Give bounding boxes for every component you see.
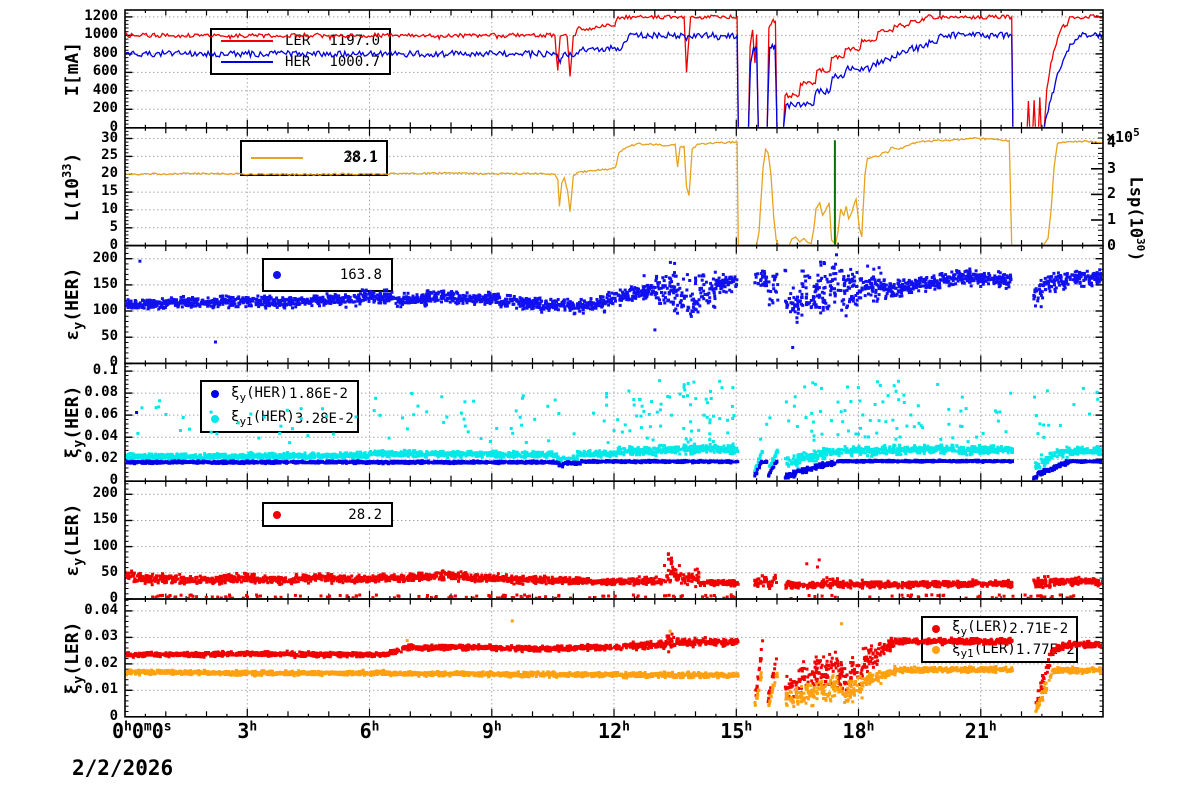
accelerator-status-figure: LER 1197.0 HER 1000.7 38.1 28.1 163.8 ξy… (0, 0, 1200, 798)
her-line-swatch (221, 61, 273, 64)
legend-row-xi1-her: ξy1(HER) 3.28E-2 (202, 409, 357, 428)
xi-her-label: ξy(HER) (231, 384, 289, 404)
x-tick-label: 18h (842, 719, 875, 743)
luminosity-value-overlap: 38.1 (344, 149, 378, 165)
xi1-her-marker (211, 414, 219, 423)
x-tick-label: 6h (359, 719, 380, 743)
xi1-ler-marker (932, 646, 940, 655)
legend-xi-ler: ξy(LER) 2.71E-2 ξy1(LER) 1.77E-2 (921, 616, 1078, 663)
xi1-ler-label: ξy1(LER) (952, 640, 1016, 660)
ler-label: LER (285, 32, 311, 49)
x-tick-label: 9h (481, 719, 502, 743)
y-title-xi-ler: ξy(LER) (62, 621, 87, 695)
her-label: HER (285, 54, 311, 71)
xi1-ler-value: 1.77E-2 (1015, 642, 1075, 659)
legend-row-ler: LER 1197.0 (212, 33, 389, 49)
legend-row-xi1-ler: ξy1(LER) 1.77E-2 (923, 641, 1076, 660)
xi-ler-marker (932, 624, 940, 633)
ler-line-swatch (221, 39, 273, 42)
date-label: 2/2/2026 (72, 756, 174, 780)
ler-value: 1197.0 (329, 32, 380, 49)
her-value: 1000.7 (329, 54, 380, 71)
legend-row-xi-her: ξy(HER) 1.86E-2 (202, 385, 357, 404)
right-axis-title-lsp: Lsp(1030) (1125, 176, 1147, 262)
emittance-ler-marker (273, 510, 281, 519)
xi1-her-label: ξy1(HER) (231, 409, 295, 429)
xi-ler-label: ξy(LER) (952, 619, 1010, 639)
legend-row-emittance-ler: 28.2 (264, 507, 391, 523)
legend-beam-current: LER 1197.0 HER 1000.7 (210, 28, 391, 75)
x-origin-label: 0h0m0s (112, 719, 172, 743)
grid-layer (124, 9, 1104, 718)
xi-ler-value: 2.71E-2 (1009, 620, 1069, 637)
x-tick-label: 3h (237, 719, 258, 743)
x-tick-label: 21h (964, 719, 997, 743)
emittance-her-marker (273, 271, 281, 279)
x-tick-label: 12h (598, 719, 630, 743)
x-tick-label: 15h (720, 719, 753, 743)
legend-luminosity: 38.1 28.1 (240, 140, 388, 176)
luminosity-value: 38.1 28.1 (343, 149, 378, 166)
emittance-her-value: 163.8 (339, 267, 382, 283)
luminosity-line-swatch (251, 157, 303, 159)
legend-row-her: HER 1000.7 (212, 54, 389, 70)
legend-row-xi-ler: ξy(LER) 2.71E-2 (923, 619, 1076, 638)
emittance-ler-value: 28.2 (348, 506, 382, 523)
xi1-her-value: 3.28E-2 (294, 410, 354, 427)
legend-row-luminosity: 38.1 28.1 (242, 149, 386, 166)
legend-xi-her: ξy(HER) 1.86E-2 ξy1(HER) 3.28E-2 (200, 380, 359, 433)
legend-emittance-ler: 28.2 (262, 502, 393, 527)
legend-emittance-her: 163.8 (262, 258, 393, 292)
xi-her-value: 1.86E-2 (288, 386, 348, 403)
legend-row-emittance-her: 163.8 (264, 267, 391, 283)
xi-her-marker (211, 390, 219, 399)
